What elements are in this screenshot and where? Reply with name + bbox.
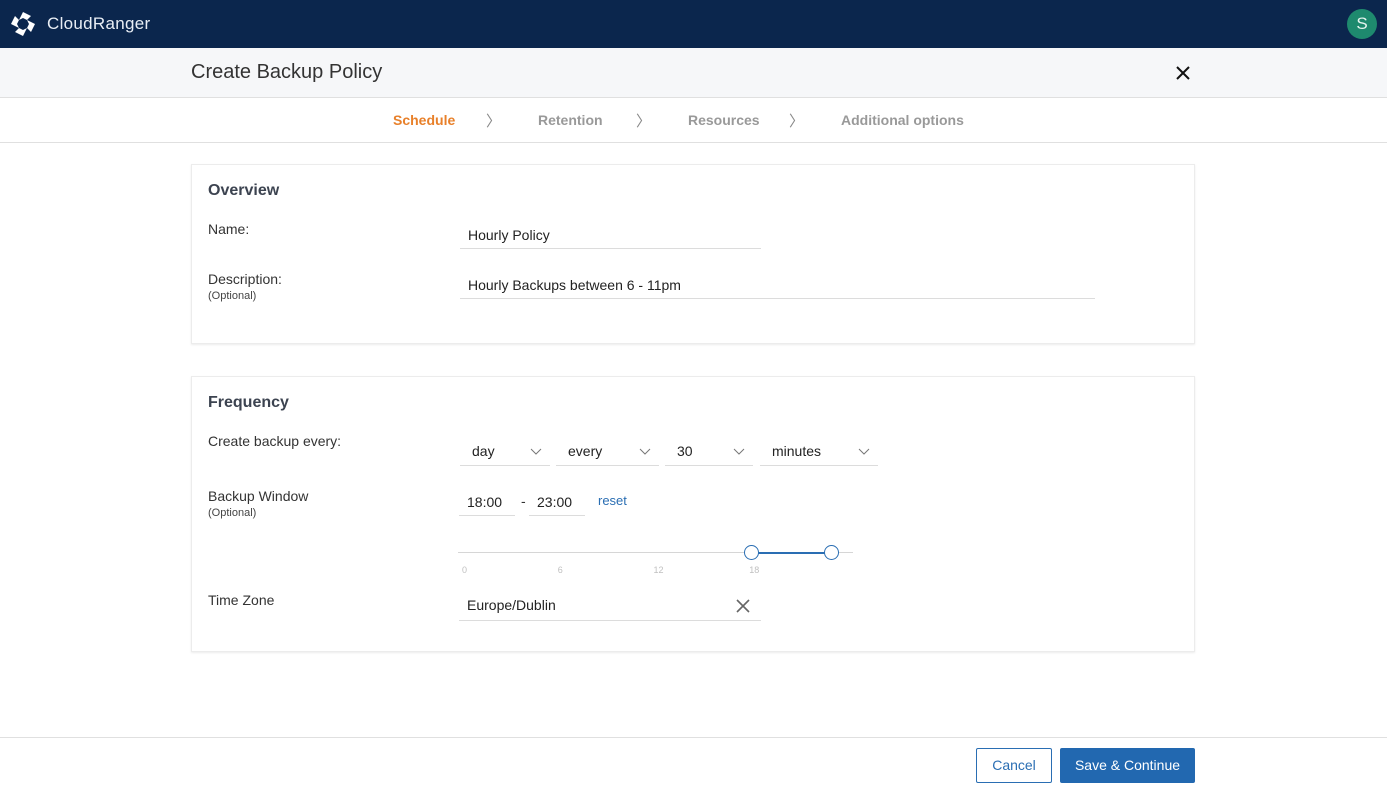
slider-tick-label: 18: [749, 565, 760, 575]
interval-unit-select[interactable]: minutes: [760, 443, 878, 466]
cancel-button[interactable]: Cancel: [976, 748, 1052, 783]
description-optional-note: (Optional): [208, 290, 257, 302]
step-chevron-icon: 〉: [486, 113, 502, 130]
window-dash: -: [521, 493, 526, 509]
page-header: Create Backup Policy: [0, 48, 1387, 98]
name-input[interactable]: Hourly Policy: [460, 227, 761, 249]
chevron-down-icon: [530, 448, 542, 455]
interval-unit-select-value: minutes: [772, 443, 822, 459]
clear-icon[interactable]: [736, 599, 750, 613]
time-zone-label: Time Zone: [208, 592, 275, 608]
interval-type-select[interactable]: every: [556, 443, 659, 466]
chevron-down-icon: [858, 448, 870, 455]
chevron-down-icon: [639, 448, 651, 455]
interval-value-select-value: 30: [677, 443, 693, 459]
top-nav-bar: CloudRanger S: [0, 0, 1387, 48]
window-start-input[interactable]: 18:00: [459, 494, 515, 516]
user-avatar[interactable]: S: [1347, 9, 1377, 39]
step-resources[interactable]: Resources: [688, 112, 760, 128]
overview-title: Overview: [208, 182, 280, 199]
overview-card: Overview Name: Hourly Policy Description…: [191, 164, 1195, 344]
period-select[interactable]: day: [460, 443, 550, 466]
slider-start-handle[interactable]: [743, 545, 759, 560]
interval-value-select[interactable]: 30: [665, 443, 753, 466]
slider-tick-label: 0: [462, 565, 468, 575]
backup-window-optional-note: (Optional): [208, 507, 257, 519]
footer-bar: Cancel Save & Continue: [0, 737, 1387, 792]
description-label: Description:: [208, 271, 282, 287]
time-zone-value: Europe/Dublin: [467, 597, 556, 613]
frequency-card: Frequency Create backup every: day every…: [191, 376, 1195, 652]
chevron-down-icon: [733, 448, 745, 455]
cloudranger-logo-icon[interactable]: [10, 11, 36, 37]
frequency-title: Frequency: [208, 394, 289, 411]
time-zone-input[interactable]: Europe/Dublin: [459, 597, 761, 621]
brand-name[interactable]: CloudRanger: [47, 14, 150, 34]
description-input[interactable]: Hourly Backups between 6 - 11pm: [460, 277, 1095, 299]
create-backup-every-label: Create backup every:: [208, 433, 342, 449]
save-continue-button[interactable]: Save & Continue: [1060, 748, 1195, 783]
step-additional-options[interactable]: Additional options: [841, 112, 964, 128]
step-schedule[interactable]: Schedule: [393, 112, 455, 128]
step-chevron-icon: 〉: [789, 113, 805, 130]
backup-window-slider[interactable]: 0 6 12 18: [458, 543, 853, 575]
slider-tick-label: 6: [557, 565, 563, 575]
page-title: Create Backup Policy: [191, 61, 383, 83]
interval-type-select-value: every: [568, 443, 603, 459]
reset-link[interactable]: reset: [598, 493, 627, 508]
slider-tick-label: 12: [653, 565, 664, 575]
step-retention[interactable]: Retention: [538, 112, 603, 128]
close-icon[interactable]: [1172, 62, 1194, 84]
wizard-steps: Schedule 〉 Retention 〉 Resources 〉 Addit…: [0, 98, 1387, 143]
slider-end-handle[interactable]: [823, 545, 839, 560]
slider-range-fill: [751, 552, 832, 554]
name-label: Name:: [208, 221, 250, 237]
period-select-value: day: [472, 443, 495, 459]
window-end-input[interactable]: 23:00: [529, 494, 585, 516]
step-chevron-icon: 〉: [636, 113, 652, 130]
backup-window-label: Backup Window: [208, 488, 309, 504]
